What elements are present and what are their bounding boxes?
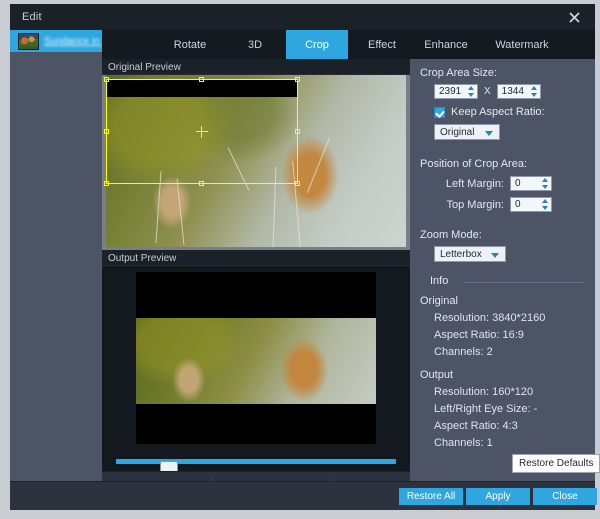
tab-rotate[interactable]: Rotate	[160, 30, 220, 59]
original-preview-title: Original Preview	[102, 59, 410, 75]
top-margin-row: Top Margin:	[420, 197, 585, 212]
video-thumbnail-icon	[18, 32, 39, 50]
sidebar-item-label: Sundance in A...	[44, 35, 102, 47]
left-margin-spinner-arrows[interactable]	[542, 178, 549, 189]
crop-handle-top-center[interactable]	[199, 77, 204, 82]
top-margin-stepper[interactable]	[510, 197, 552, 212]
output-preview-stage	[102, 266, 410, 451]
output-video-frame	[136, 272, 376, 444]
restore-defaults-button[interactable]: Restore Defaults	[512, 454, 600, 473]
dialog-footer: Restore All Apply Close	[10, 481, 597, 510]
tab-effect[interactable]: Effect	[355, 30, 409, 59]
info-original-resolution: Resolution: 3840*2160	[434, 312, 546, 324]
chevron-down-icon	[485, 131, 493, 136]
size-separator-label: X	[484, 86, 491, 97]
close-button[interactable]: Close	[533, 488, 597, 505]
crop-handle-middle-left[interactable]	[104, 128, 109, 134]
info-output-channels: Channels: 1	[434, 437, 493, 449]
info-output-aspect: Aspect Ratio: 4:3	[434, 420, 518, 432]
info-output-heading: Output	[420, 369, 454, 381]
position-of-crop-area-label: Position of Crop Area:	[420, 158, 528, 170]
info-original-heading: Original	[420, 295, 458, 307]
window-frame-right	[595, 0, 600, 519]
crop-height-spinner-arrows[interactable]	[530, 86, 538, 97]
crop-selection-box[interactable]	[104, 77, 300, 186]
left-margin-row: Left Margin:	[420, 176, 585, 191]
edit-dialog: Edit Sundance in A... Rotate 3D Crop Eff…	[0, 0, 600, 519]
left-margin-label: Left Margin:	[445, 177, 504, 190]
top-margin-label: Top Margin:	[446, 198, 504, 211]
crop-height-stepper[interactable]	[496, 84, 541, 99]
tab-enhance[interactable]: Enhance	[415, 30, 477, 59]
output-video-image	[136, 318, 376, 404]
seek-bar-container	[102, 451, 410, 477]
sidebar-item-file-0[interactable]: Sundance in A...	[10, 30, 102, 52]
info-output-resolution: Resolution: 160*120	[434, 386, 534, 398]
crop-settings-panel: Crop Area Size: X Keep Aspect Ratio: Ori…	[410, 59, 595, 481]
zoom-mode-label: Zoom Mode:	[420, 229, 482, 241]
preview-column: Original Preview Output Preview	[102, 59, 410, 508]
apply-button[interactable]: Apply	[466, 488, 530, 505]
zoom-mode-value: Letterbox	[440, 248, 482, 260]
keep-aspect-ratio-label: Keep Aspect Ratio:	[451, 106, 545, 118]
crop-handle-top-left[interactable]	[104, 77, 109, 82]
window-frame-left	[0, 0, 10, 519]
title-bar: Edit	[10, 4, 595, 31]
crop-handle-middle-right[interactable]	[295, 128, 300, 134]
close-icon	[568, 11, 580, 23]
tab-bar: Rotate 3D Crop Effect Enhance Watermark	[102, 30, 595, 59]
original-preview-stage	[102, 75, 410, 250]
aspect-ratio-select[interactable]: Original	[434, 124, 500, 140]
close-window-button[interactable]	[557, 4, 591, 30]
crop-handle-top-right[interactable]	[295, 77, 300, 82]
restore-all-button[interactable]: Restore All	[399, 488, 463, 505]
tab-watermark[interactable]: Watermark	[484, 30, 560, 59]
crop-width-spinner-arrows[interactable]	[468, 86, 475, 97]
info-original-channels: Channels: 2	[434, 346, 493, 358]
tab-crop[interactable]: Crop	[286, 30, 348, 59]
crop-handle-bottom-right[interactable]	[295, 181, 300, 186]
crop-handle-bottom-left[interactable]	[104, 181, 109, 186]
chevron-down-icon	[491, 253, 499, 258]
crop-center-crosshair-icon	[196, 125, 208, 138]
crop-handle-bottom-center[interactable]	[199, 181, 204, 186]
left-margin-stepper[interactable]	[510, 176, 552, 191]
output-preview-title: Output Preview	[102, 250, 410, 266]
info-original-aspect: Aspect Ratio: 16:9	[434, 329, 524, 341]
crop-width-stepper[interactable]	[434, 84, 478, 99]
seek-bar[interactable]	[116, 459, 396, 477]
aspect-ratio-value: Original	[440, 126, 475, 138]
keep-aspect-ratio-checkbox[interactable]	[434, 106, 445, 118]
crop-area-size-label: Crop Area Size:	[420, 67, 498, 79]
window-frame-bottom	[0, 509, 600, 519]
file-list-sidebar: Sundance in A...	[10, 30, 103, 508]
crop-letterbox-bar	[107, 80, 297, 97]
info-section-heading: Info	[420, 275, 585, 287]
top-margin-spinner-arrows[interactable]	[542, 199, 549, 210]
keep-aspect-ratio-row[interactable]: Keep Aspect Ratio:	[434, 106, 585, 118]
zoom-mode-select[interactable]: Letterbox	[434, 246, 506, 262]
tab-3d[interactable]: 3D	[231, 30, 279, 59]
info-output-eye-size: Left/Right Eye Size: -	[434, 403, 538, 415]
window-title: Edit	[22, 11, 42, 23]
